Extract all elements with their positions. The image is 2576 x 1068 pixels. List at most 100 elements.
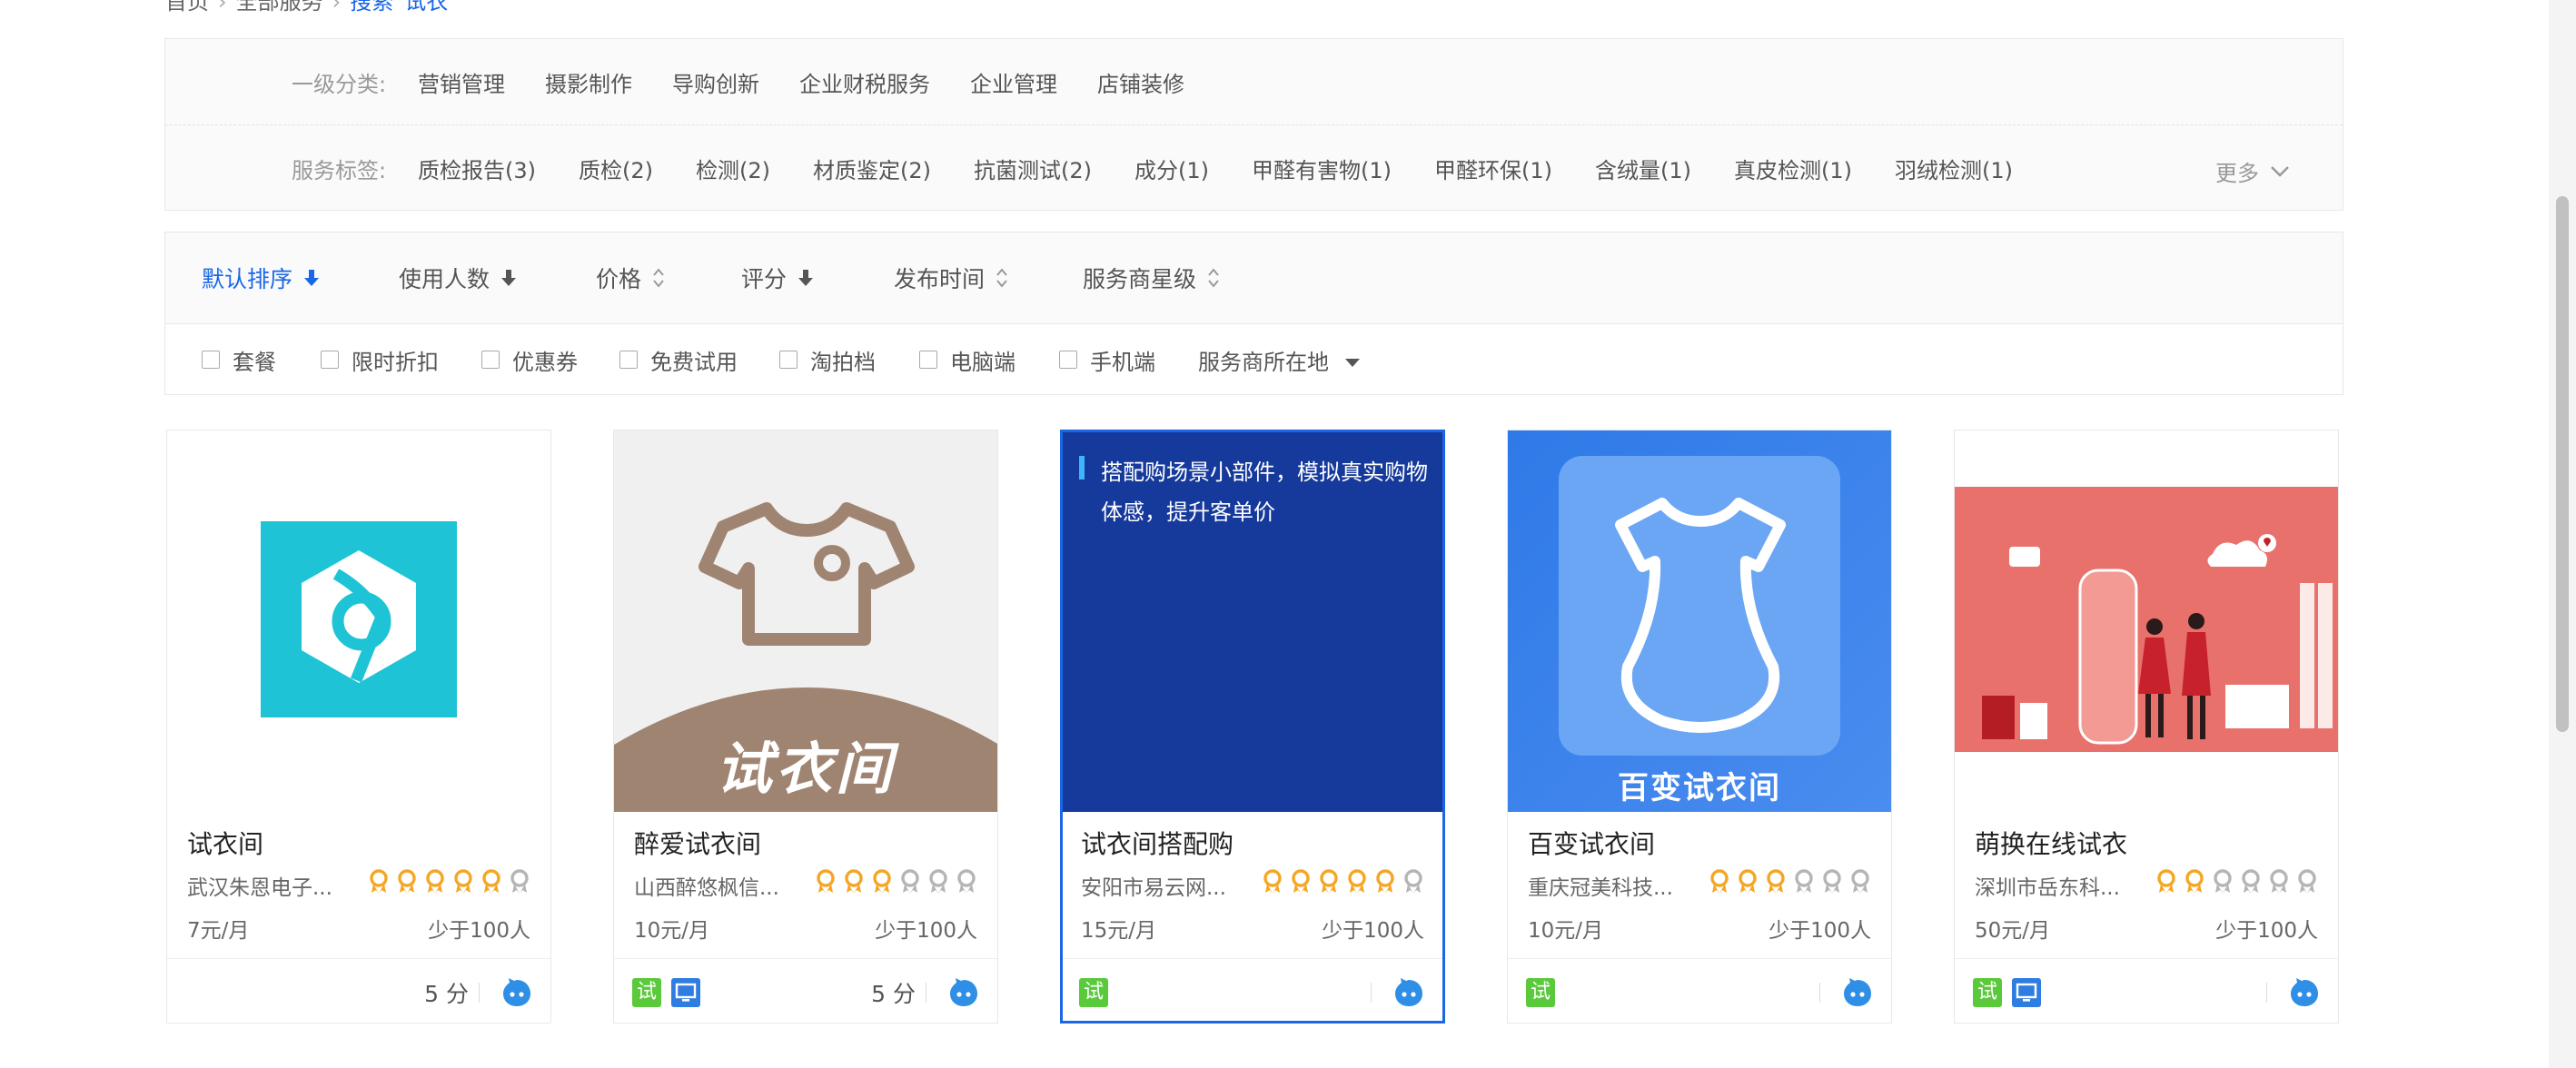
sort-publish-time[interactable]: 发布时间	[894, 232, 1008, 323]
chat-icon[interactable]	[2289, 977, 2320, 1008]
filter-pc[interactable]: 电脑端	[919, 324, 1016, 395]
card-title[interactable]: 萌换在线试衣	[1975, 825, 2127, 861]
card-title[interactable]: 醉爱试衣间	[634, 825, 761, 861]
medal-filled-icon	[1262, 869, 1283, 895]
chat-icon[interactable]	[501, 977, 532, 1008]
tag-item[interactable]: 甲醛环保(1)	[1434, 153, 1552, 184]
card-shop[interactable]: 山西醉悠枫信...	[634, 870, 779, 901]
card-shop[interactable]: 重庆冠美科技...	[1528, 870, 1673, 901]
category-item[interactable]: 企业管理	[970, 66, 1057, 98]
filter-mobile[interactable]: 手机端	[1059, 324, 1155, 395]
filter-discount[interactable]: 限时折扣	[321, 324, 439, 395]
sort-price[interactable]: 价格	[596, 232, 665, 323]
medal-empty-icon	[1849, 869, 1871, 895]
scrollbar-track[interactable]	[2549, 0, 2576, 1068]
card-footer: 试	[1508, 958, 1891, 1023]
tag-item[interactable]: 检测(2)	[696, 153, 770, 184]
sort-filter-bar: 默认排序 使用人数 价格 评分 发布时间 服务商星级 套餐 限时折扣 优惠券 免…	[164, 232, 2343, 395]
thumb-caption: 百变试衣间	[1618, 770, 1781, 806]
category-item[interactable]: 店铺装修	[1097, 66, 1184, 98]
tag-item[interactable]: 含绒量(1)	[1595, 153, 1691, 184]
medal-empty-icon	[2240, 869, 2262, 895]
medal-empty-icon	[927, 869, 949, 895]
service-card[interactable]: 萌换在线试衣 深圳市岳东科... 50元/月 少于100人 试	[1954, 430, 2339, 1024]
trial-badge: 试	[632, 978, 661, 1007]
chat-icon[interactable]	[1842, 977, 1873, 1008]
tag-item[interactable]: 质检报告(3)	[418, 153, 536, 184]
medal-empty-icon	[1821, 869, 1843, 895]
medal-empty-icon	[899, 869, 921, 895]
chevron-right-icon: ›	[218, 0, 227, 15]
tag-item[interactable]: 质检(2)	[579, 153, 653, 184]
sort-toggle-icon	[1208, 268, 1219, 288]
card-rating	[808, 869, 977, 895]
card-score: 5 分	[871, 980, 916, 1007]
sort-default-label: 默认排序	[202, 266, 293, 292]
filter-free-trial[interactable]: 免费试用	[619, 324, 738, 395]
filter-package[interactable]: 套餐	[202, 324, 276, 395]
service-card[interactable]: 试衣间 武汉朱恩电子... 7元/月 少于100人 5 分	[166, 430, 551, 1024]
service-card[interactable]: 百变试衣间 百变试衣间 重庆冠美科技... 10元/月 少于100人 试	[1507, 430, 1892, 1024]
sort-rating[interactable]: 评分	[741, 232, 814, 323]
breadcrumb-home[interactable]: 首页	[165, 0, 209, 15]
card-footer: 试	[1063, 958, 1442, 1021]
filter-location-dropdown[interactable]: 服务商所在地	[1198, 324, 1360, 395]
card-title[interactable]: 百变试衣间	[1528, 825, 1655, 861]
card-rating	[1255, 869, 1424, 895]
medal-filled-icon	[2155, 869, 2177, 895]
checkbox[interactable]	[1059, 351, 1077, 369]
card-shop[interactable]: 安阳市易云网...	[1081, 870, 1226, 901]
medal-filled-icon	[1374, 869, 1396, 895]
card-title[interactable]: 试衣间搭配购	[1081, 825, 1234, 861]
chat-icon[interactable]	[948, 977, 979, 1008]
category-item[interactable]: 导购创新	[672, 66, 759, 98]
card-footer: 试 5 分	[614, 958, 997, 1023]
checkbox[interactable]	[919, 351, 937, 369]
trial-badge: 试	[1973, 978, 2002, 1007]
tag-item[interactable]: 成分(1)	[1134, 153, 1209, 184]
tag-item[interactable]: 羽绒检测(1)	[1895, 153, 2013, 184]
chevron-down-icon	[2271, 165, 2289, 177]
filter-label: 优惠券	[512, 349, 578, 375]
card-thumbnail: 百变试衣间	[1508, 430, 1891, 812]
filter-taopai[interactable]: 淘拍档	[779, 324, 876, 395]
accent-bar	[1079, 456, 1085, 480]
breadcrumb: 首页 › 全部服务 › 搜索 试衣	[165, 0, 448, 15]
filter-label: 服务商所在地	[1198, 349, 1329, 375]
more-tags-button[interactable]: 更多	[2215, 155, 2290, 187]
scrollbar-thumb[interactable]	[2556, 196, 2569, 732]
service-card[interactable]: 试衣间 醉爱试衣间 山西醉悠枫信... 10元/月 少于100人 试 5 分	[613, 430, 998, 1024]
checkbox[interactable]	[202, 351, 220, 369]
checkbox[interactable]	[779, 351, 798, 369]
monitor-icon	[2012, 978, 2041, 1007]
breadcrumb-search[interactable]: 搜索	[350, 0, 393, 15]
sort-provider-stars[interactable]: 服务商星级	[1083, 232, 1220, 323]
category-filter-panel: 一级分类: 营销管理 摄影制作 导购创新 企业财税服务 企业管理 店铺装修 服务…	[164, 38, 2343, 211]
sort-default[interactable]: 默认排序	[202, 232, 320, 323]
sort-users[interactable]: 使用人数	[399, 232, 517, 323]
medal-filled-icon	[1737, 869, 1759, 895]
card-title[interactable]: 试衣间	[187, 825, 263, 861]
tag-item[interactable]: 抗菌测试(2)	[974, 153, 1092, 184]
filter-coupon[interactable]: 优惠券	[481, 324, 578, 395]
checkbox[interactable]	[321, 351, 339, 369]
tag-item[interactable]: 材质鉴定(2)	[813, 153, 931, 184]
medal-filled-icon	[1709, 869, 1730, 895]
chat-icon[interactable]	[1393, 977, 1424, 1008]
tag-item[interactable]: 真皮检测(1)	[1734, 153, 1852, 184]
card-price: 15元/月	[1081, 919, 1157, 943]
checkbox[interactable]	[481, 351, 500, 369]
service-card[interactable]: 搭配购场景小部件，模拟真实购物体感，提升客单价 试衣间搭配购 安阳市易云网...…	[1060, 430, 1445, 1024]
card-shop[interactable]: 武汉朱恩电子...	[187, 870, 332, 901]
category-item[interactable]: 企业财税服务	[799, 66, 930, 98]
category-item[interactable]: 摄影制作	[545, 66, 632, 98]
card-rating	[2149, 869, 2318, 895]
medal-filled-icon	[2184, 869, 2205, 895]
card-shop[interactable]: 深圳市岳东科...	[1975, 870, 2120, 901]
category-item[interactable]: 营销管理	[418, 66, 505, 98]
breadcrumb-all[interactable]: 全部服务	[236, 0, 323, 15]
sort-toggle-icon	[996, 268, 1007, 288]
tag-item[interactable]: 甲醛有害物(1)	[1252, 153, 1392, 184]
arrow-down-icon	[501, 270, 517, 286]
checkbox[interactable]	[619, 351, 638, 369]
